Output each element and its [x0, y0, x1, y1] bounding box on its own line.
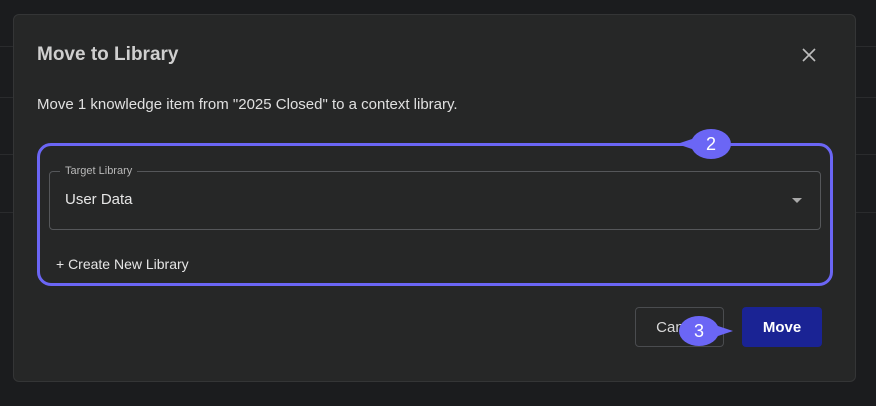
close-button[interactable]	[799, 45, 819, 65]
target-library-select[interactable]: Target Library User Data	[49, 164, 821, 230]
dialog-description: Move 1 knowledge item from "2025 Closed"…	[37, 96, 458, 113]
move-to-library-dialog: Move to Library Move 1 knowledge item fr…	[13, 14, 856, 382]
chevron-down-icon	[792, 198, 802, 203]
create-new-library-link[interactable]: + Create New Library	[56, 256, 189, 272]
move-button[interactable]: Move	[742, 307, 822, 347]
step-3-marker: 3	[679, 316, 733, 346]
target-library-label: Target Library	[60, 164, 138, 178]
dialog-title: Move to Library	[37, 44, 179, 65]
target-library-value: User Data	[65, 191, 133, 208]
step-2-marker: 2	[677, 129, 731, 159]
close-icon	[802, 48, 816, 62]
